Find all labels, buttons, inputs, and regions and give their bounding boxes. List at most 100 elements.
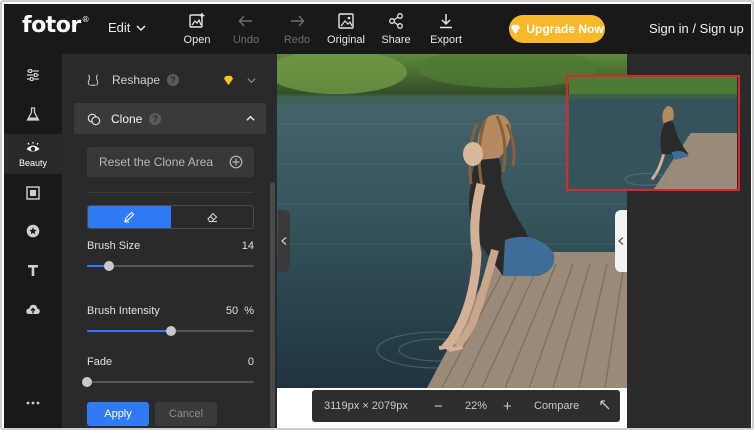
cancel-button[interactable]: Cancel [155, 402, 217, 426]
flask-icon [26, 107, 40, 121]
image-upload-icon [189, 13, 205, 28]
fotor-editor: fotor® Edit Open Undo Redo Original Shar… [4, 4, 751, 428]
arrow-right-icon [291, 15, 305, 27]
rail-item-more[interactable] [4, 384, 62, 422]
brush-intensity-thumb[interactable] [165, 326, 176, 336]
beauty-panel: Reshape ? Clone ? Reset the Clone Area B… [62, 54, 277, 428]
share-label: Share [381, 34, 411, 46]
eye-icon [26, 142, 40, 152]
fade-label: Fade [87, 356, 113, 368]
rail-item-frames[interactable] [4, 174, 62, 212]
compare-button[interactable]: Compare [534, 400, 579, 412]
rail-item-stickers[interactable] [4, 212, 62, 250]
brush-intensity-label: Brush Intensity [87, 305, 160, 317]
minimap-thumbnail [569, 77, 737, 189]
reshape-row[interactable]: Reshape ? [74, 66, 266, 94]
clone-icon [87, 113, 101, 125]
brush-size-slider[interactable] [87, 261, 254, 271]
edit-menu-label: Edit [108, 20, 131, 35]
right-panel-tab[interactable] [615, 210, 627, 272]
brush-intensity-unit: % [244, 305, 254, 317]
upgrade-label: Upgrade Now [526, 22, 604, 36]
reset-label: Reset the Clone Area [99, 155, 214, 169]
undo-label: Undo [232, 34, 260, 46]
rail-item-upload[interactable] [4, 290, 62, 328]
tool-rail: Beauty [4, 54, 62, 428]
clone-label: Clone [111, 111, 143, 126]
redo-button[interactable]: Redo [275, 12, 319, 46]
upgrade-now-button[interactable]: Upgrade Now [509, 15, 605, 43]
open-button[interactable]: Open [175, 12, 219, 46]
image-icon [338, 13, 354, 29]
original-label: Original [327, 34, 365, 46]
navigator-minimap[interactable] [566, 75, 740, 191]
panel-divider [87, 192, 254, 193]
open-label: Open [183, 34, 211, 46]
redo-label: Redo [283, 34, 311, 46]
fade-row: Fade 0 [87, 356, 254, 368]
original-button[interactable]: Original [324, 12, 368, 46]
auth-links: Sign in / Sign up [649, 21, 744, 36]
frame-icon [26, 186, 40, 200]
apply-button[interactable]: Apply [87, 402, 149, 426]
sign-up-link[interactable]: Sign up [700, 21, 744, 36]
eraser-icon [207, 212, 218, 223]
share-button[interactable]: Share [374, 12, 418, 46]
brush-icon [124, 211, 135, 223]
help-icon[interactable]: ? [167, 74, 180, 86]
rail-beauty-label: Beauty [18, 158, 48, 168]
chevron-down-icon [136, 24, 146, 31]
zoom-in-button[interactable]: + [503, 398, 512, 415]
brush-intensity-value: 50 [225, 305, 239, 317]
more-icon [26, 401, 40, 405]
sliders-icon [27, 69, 39, 81]
chevron-down-icon [247, 78, 256, 84]
crosshair-icon [229, 155, 243, 169]
reshape-icon [87, 74, 99, 86]
brush-mode-erase[interactable] [171, 206, 254, 228]
zoom-out-button[interactable]: − [434, 398, 443, 415]
arrow-left-icon [238, 15, 252, 27]
rail-item-adjust[interactable] [4, 56, 62, 94]
brush-intensity-fill [87, 330, 171, 332]
premium-gem-icon [223, 75, 234, 86]
export-label: Export [430, 34, 462, 46]
brush-size-label: Brush Size [87, 240, 141, 252]
fit-screen-icon[interactable] [599, 399, 611, 411]
brush-mode-toggle [87, 205, 254, 229]
undo-button[interactable]: Undo [224, 12, 268, 46]
rail-item-text[interactable] [4, 251, 62, 289]
brush-intensity-row: Brush Intensity 50 % [87, 305, 254, 317]
fade-thumb[interactable] [82, 377, 92, 387]
star-badge-icon [26, 224, 40, 238]
brush-mode-paint[interactable] [88, 206, 171, 228]
brush-size-thumb[interactable] [103, 261, 114, 271]
diamond-icon [511, 24, 521, 34]
auth-separator: / [692, 21, 696, 36]
zoom-level: 22% [465, 400, 488, 412]
brush-size-value: 14 [241, 240, 254, 252]
panel-collapse-tab[interactable] [278, 210, 290, 272]
reset-clone-area-button[interactable]: Reset the Clone Area [87, 147, 254, 177]
sign-in-link[interactable]: Sign in [649, 21, 689, 36]
brush-intensity-slider[interactable] [87, 326, 254, 336]
help-icon[interactable]: ? [149, 112, 162, 125]
export-button[interactable]: Export [424, 12, 468, 46]
chevron-left-icon [281, 237, 287, 245]
rail-item-beauty[interactable]: Beauty [4, 134, 62, 174]
top-bar: fotor® Edit Open Undo Redo Original Shar… [4, 4, 751, 54]
panel-scrollbar[interactable] [270, 182, 275, 428]
text-icon [28, 265, 38, 276]
cloud-upload-icon [26, 304, 40, 314]
fotor-logo[interactable]: fotor® [22, 13, 90, 38]
share-icon [389, 13, 403, 29]
rail-item-effects[interactable] [4, 95, 62, 133]
screenshot-frame: fotor® Edit Open Undo Redo Original Shar… [0, 0, 754, 430]
edit-menu[interactable]: Edit [108, 20, 146, 35]
fade-slider[interactable] [82, 377, 254, 387]
reshape-label: Reshape [112, 73, 161, 87]
clone-row[interactable]: Clone ? [74, 103, 266, 134]
chevron-up-icon [246, 115, 255, 121]
chevron-left-icon [618, 237, 624, 245]
zoom-bar: 3119px × 2079px − 22% + Compare [312, 390, 620, 422]
